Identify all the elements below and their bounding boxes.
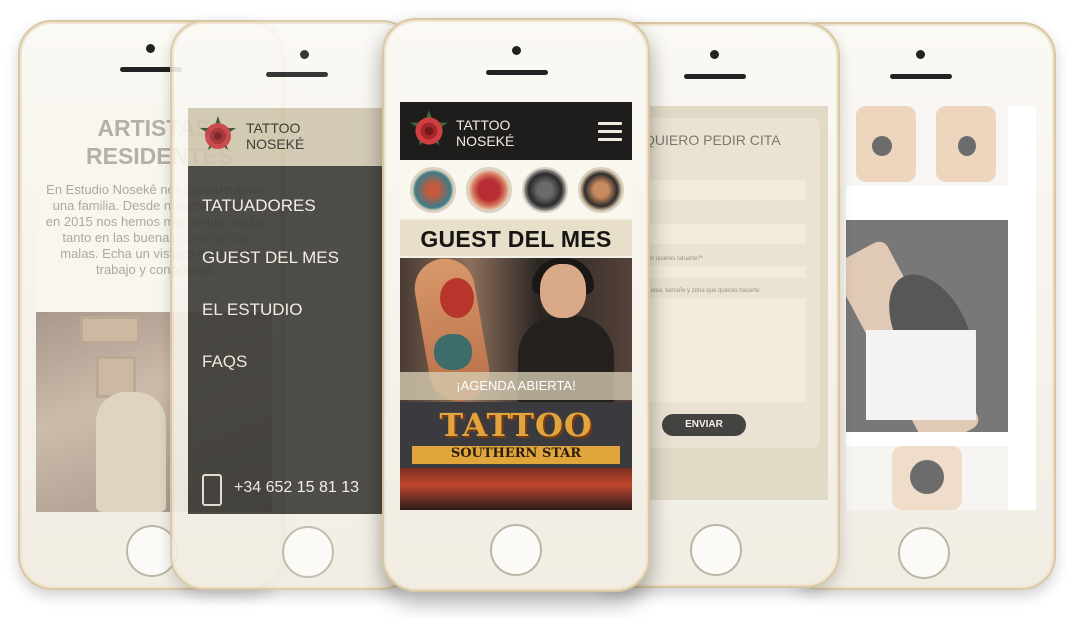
tattoo-mark: [440, 278, 474, 318]
home-button: [690, 524, 742, 576]
screen-home: TATTOO NOSEKÉ GUEST DEL MES ¡AGENDA ABIE…: [400, 102, 632, 510]
menu-item-tatuadores[interactable]: TATUADORES: [202, 196, 316, 216]
menu-header: TATTOO NOSEKÉ: [188, 108, 384, 166]
screen-gallery: [846, 106, 1036, 510]
menu-item-guest[interactable]: GUEST DEL MES: [202, 248, 339, 268]
artist-thumbnail[interactable]: [466, 167, 512, 213]
fade-overlay: [846, 106, 1036, 510]
brand-name: TATTOO NOSEKÉ: [246, 120, 304, 152]
sign-title: TATTOO: [439, 406, 593, 444]
guest-artist-face: [540, 264, 586, 318]
brand-line-2: NOSEKÉ: [246, 136, 305, 152]
site-header: TATTOO NOSEKÉ: [400, 102, 632, 160]
artist-thumbnail[interactable]: [410, 167, 456, 213]
menu-footer: +34 652 15 81 13: [188, 468, 384, 514]
artist-thumbnail[interactable]: [578, 167, 624, 213]
front-camera: [512, 46, 521, 55]
tattoo-mark: [434, 334, 472, 370]
earpiece-speaker: [890, 74, 952, 79]
earpiece-speaker: [684, 74, 746, 79]
phone-number-link[interactable]: +34 652 15 81 13: [234, 479, 359, 497]
front-camera: [300, 50, 309, 59]
home-button: [490, 524, 542, 576]
home-button: [282, 526, 334, 578]
shop-front: [400, 468, 632, 510]
screen-menu: TATTOO NOSEKÉ TATUADORES GUEST DEL MES E…: [188, 108, 384, 514]
shop-sign-photo: TATTOO SOUTHERN STAR: [400, 402, 632, 510]
brand-name: TATTOO NOSEKÉ: [456, 117, 514, 149]
front-camera: [916, 50, 925, 59]
earpiece-speaker: [486, 70, 548, 75]
front-camera: [146, 44, 155, 53]
rose-logo-icon[interactable]: [196, 114, 240, 158]
brand-line-1: TATTOO: [246, 120, 301, 136]
artist-thumbnail[interactable]: [522, 167, 568, 213]
guest-section-header: GUEST DEL MES: [400, 220, 632, 256]
brand-line-2: NOSEKÉ: [456, 133, 515, 149]
home-button: [898, 527, 950, 579]
fade-overlay: [630, 106, 828, 500]
phone-mockup-menu: TATTOO NOSEKÉ TATUADORES GUEST DEL MES E…: [170, 20, 416, 590]
earpiece-speaker: [266, 72, 328, 77]
hamburger-menu-icon[interactable]: [598, 122, 622, 142]
menu-item-estudio[interactable]: EL ESTUDIO: [202, 300, 302, 320]
menu-item-faqs[interactable]: FAQS: [202, 352, 247, 372]
sign-subtitle: SOUTHERN STAR: [450, 446, 582, 461]
agenda-label: ¡AGENDA ABIERTA!: [456, 378, 576, 393]
guest-title: GUEST DEL MES: [420, 226, 612, 252]
artist-thumbnails: [400, 160, 632, 218]
rose-logo-icon[interactable]: [406, 108, 452, 154]
phone-mockup-home: TATTOO NOSEKÉ GUEST DEL MES ¡AGENDA ABIE…: [382, 18, 650, 592]
brand-line-1: TATTOO: [456, 117, 511, 133]
phone-icon: [202, 474, 222, 506]
front-camera: [710, 50, 719, 59]
screen-form: QUIERO PEDIR CITA dón quieres tatuarte?*…: [630, 106, 828, 500]
agenda-banner[interactable]: ¡AGENDA ABIERTA!: [400, 372, 632, 400]
